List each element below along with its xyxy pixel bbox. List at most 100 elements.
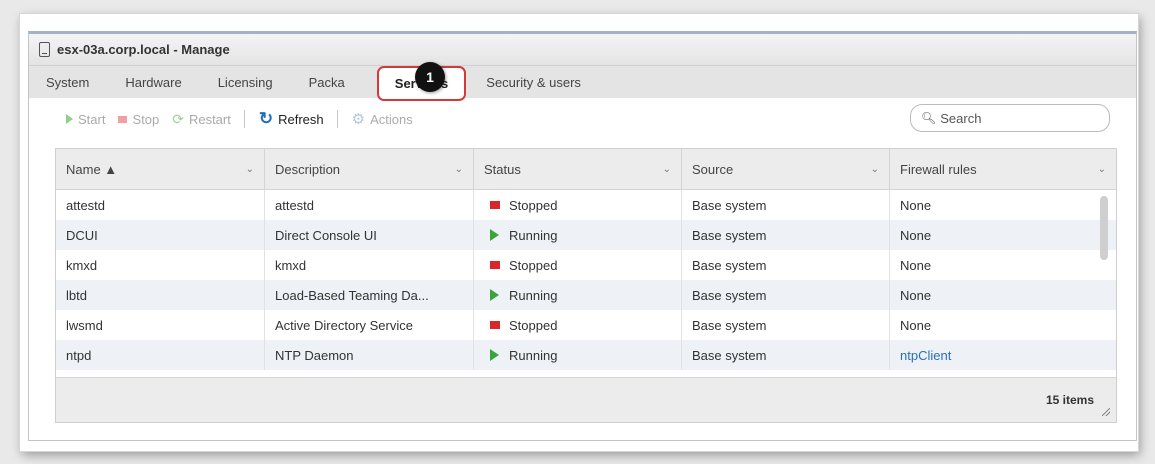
cell-description: Active Directory Service — [265, 310, 474, 340]
status-text: Running — [509, 227, 558, 243]
table-row[interactable]: attestd attestd Stopped Base system None — [56, 190, 1116, 220]
cell-firewall: None — [900, 287, 932, 303]
status-text: Running — [509, 347, 558, 363]
host-icon — [39, 42, 50, 57]
cell-status: Stopped — [474, 310, 682, 340]
chevron-down-icon[interactable]: ⌄ — [871, 164, 879, 175]
stopped-icon — [490, 321, 500, 329]
status-text: Stopped — [509, 317, 558, 333]
step-callout-badge: 1 — [415, 62, 445, 92]
tab-security-users[interactable]: Security & users — [486, 75, 581, 90]
stop-button[interactable]: Stop — [118, 112, 159, 127]
cell-source: Base system — [682, 280, 890, 310]
table-row[interactable]: ntpd NTP Daemon Running Base system ntpC… — [56, 340, 1116, 370]
stop-icon — [118, 115, 128, 123]
toolbar-divider — [243, 110, 245, 128]
cell-description: kmxd — [265, 250, 474, 280]
column-label: Source — [692, 161, 734, 177]
window-title: esx-03a.corp.local - Manage — [57, 42, 230, 57]
cell-source: Base system — [682, 190, 890, 220]
cell-description: Load-Based Teaming Da... — [265, 280, 474, 310]
cell-status: Running — [474, 340, 682, 370]
status-text: Running — [509, 287, 558, 303]
cell-status: Running — [474, 220, 682, 250]
column-header-description[interactable]: Description ⌄ — [265, 149, 474, 189]
chevron-down-icon[interactable]: ⌄ — [246, 164, 254, 175]
refresh-button[interactable]: ↻ Refresh — [259, 109, 324, 129]
restart-label: Restart — [188, 111, 231, 127]
search-placeholder: Search — [940, 110, 982, 126]
cell-firewall: None — [900, 317, 932, 333]
tab-hardware[interactable]: Hardware — [125, 75, 181, 90]
chevron-down-icon[interactable]: ⌄ — [1098, 164, 1106, 175]
start-button[interactable]: Start — [66, 112, 105, 127]
scrollbar-thumb[interactable] — [1100, 196, 1108, 260]
column-header-status[interactable]: Status ⌄ — [474, 149, 682, 189]
running-icon — [490, 349, 499, 361]
cell-status: Running — [474, 280, 682, 310]
tab-licensing[interactable]: Licensing — [218, 75, 273, 90]
table-footer: 15 items — [56, 377, 1116, 422]
cell-source: Base system — [682, 310, 890, 340]
column-header-firewall-rules[interactable]: Firewall rules ⌄ — [890, 149, 1116, 189]
cell-source: Base system — [682, 250, 890, 280]
stopped-icon — [490, 261, 500, 269]
actions-label: Actions — [370, 111, 413, 127]
toolbar-divider — [336, 110, 338, 128]
tab-bar: System Hardware Licensing Packa Services… — [29, 62, 1136, 101]
restart-button[interactable]: ⟳ Restart — [172, 111, 231, 128]
table-header: Name ▲ ⌄ Description ⌄ Status ⌄ Source ⌄… — [56, 149, 1116, 190]
manage-window: esx-03a.corp.local - Manage System Hardw… — [28, 31, 1137, 441]
status-text: Stopped — [509, 197, 558, 213]
status-text: Stopped — [509, 257, 558, 273]
stop-label: Stop — [132, 111, 160, 127]
cell-name: attestd — [56, 190, 265, 220]
cell-name: kmxd — [56, 250, 265, 280]
start-label: Start — [78, 111, 106, 127]
item-count: 15 items — [1045, 393, 1094, 407]
chevron-down-icon[interactable]: ⌄ — [663, 164, 671, 175]
column-header-name[interactable]: Name ▲ ⌄ — [56, 149, 265, 189]
cell-firewall: None — [900, 197, 932, 213]
cell-description: attestd — [265, 190, 474, 220]
column-header-source[interactable]: Source ⌄ — [682, 149, 890, 189]
cell-description: Direct Console UI — [265, 220, 474, 250]
services-table: Name ▲ ⌄ Description ⌄ Status ⌄ Source ⌄… — [55, 148, 1117, 423]
window-titlebar: esx-03a.corp.local - Manage — [29, 34, 1136, 66]
cell-source: Base system — [682, 220, 890, 250]
firewall-rule-link[interactable]: ntpClient — [890, 340, 1116, 370]
running-icon — [490, 229, 499, 241]
play-icon — [66, 114, 73, 124]
cell-name: lbtd — [56, 280, 265, 310]
chevron-down-icon[interactable]: ⌄ — [455, 164, 463, 175]
cell-name: ntpd — [56, 340, 265, 370]
cell-name: DCUI — [56, 220, 265, 250]
stopped-icon — [490, 201, 500, 209]
resize-grip-icon[interactable] — [1102, 408, 1110, 416]
cell-name: lwsmd — [56, 310, 265, 340]
column-label: Description — [275, 161, 341, 177]
toolbar: Start Stop ⟳ Restart ↻ Refresh ⚙ Actions… — [29, 98, 1136, 140]
cell-status: Stopped — [474, 250, 682, 280]
restart-icon: ⟳ — [172, 110, 184, 127]
search-icon: 🔍︎ — [921, 111, 937, 125]
tab-system[interactable]: System — [46, 75, 89, 90]
table-row[interactable]: lwsmd Active Directory Service Stopped B… — [56, 310, 1116, 340]
running-icon — [490, 289, 499, 301]
gear-icon: ⚙ — [351, 111, 366, 128]
tab-packages[interactable]: Packa — [309, 75, 345, 90]
column-label: Firewall rules — [900, 161, 977, 177]
cell-firewall: None — [900, 227, 932, 243]
column-label: Name ▲ — [66, 161, 118, 177]
refresh-icon: ↻ — [258, 109, 274, 128]
cell-firewall: None — [900, 257, 932, 273]
column-label: Status — [484, 161, 521, 177]
refresh-label: Refresh — [278, 111, 324, 127]
cell-status: Stopped — [474, 190, 682, 220]
table-row[interactable]: lbtd Load-Based Teaming Da... Running Ba… — [56, 280, 1116, 310]
actions-button[interactable]: ⚙ Actions — [352, 110, 413, 128]
cell-source: Base system — [682, 340, 890, 370]
table-row[interactable]: DCUI Direct Console UI Running Base syst… — [56, 220, 1116, 250]
table-row[interactable]: kmxd kmxd Stopped Base system None — [56, 250, 1116, 280]
search-input[interactable]: 🔍︎ Search — [910, 104, 1110, 132]
